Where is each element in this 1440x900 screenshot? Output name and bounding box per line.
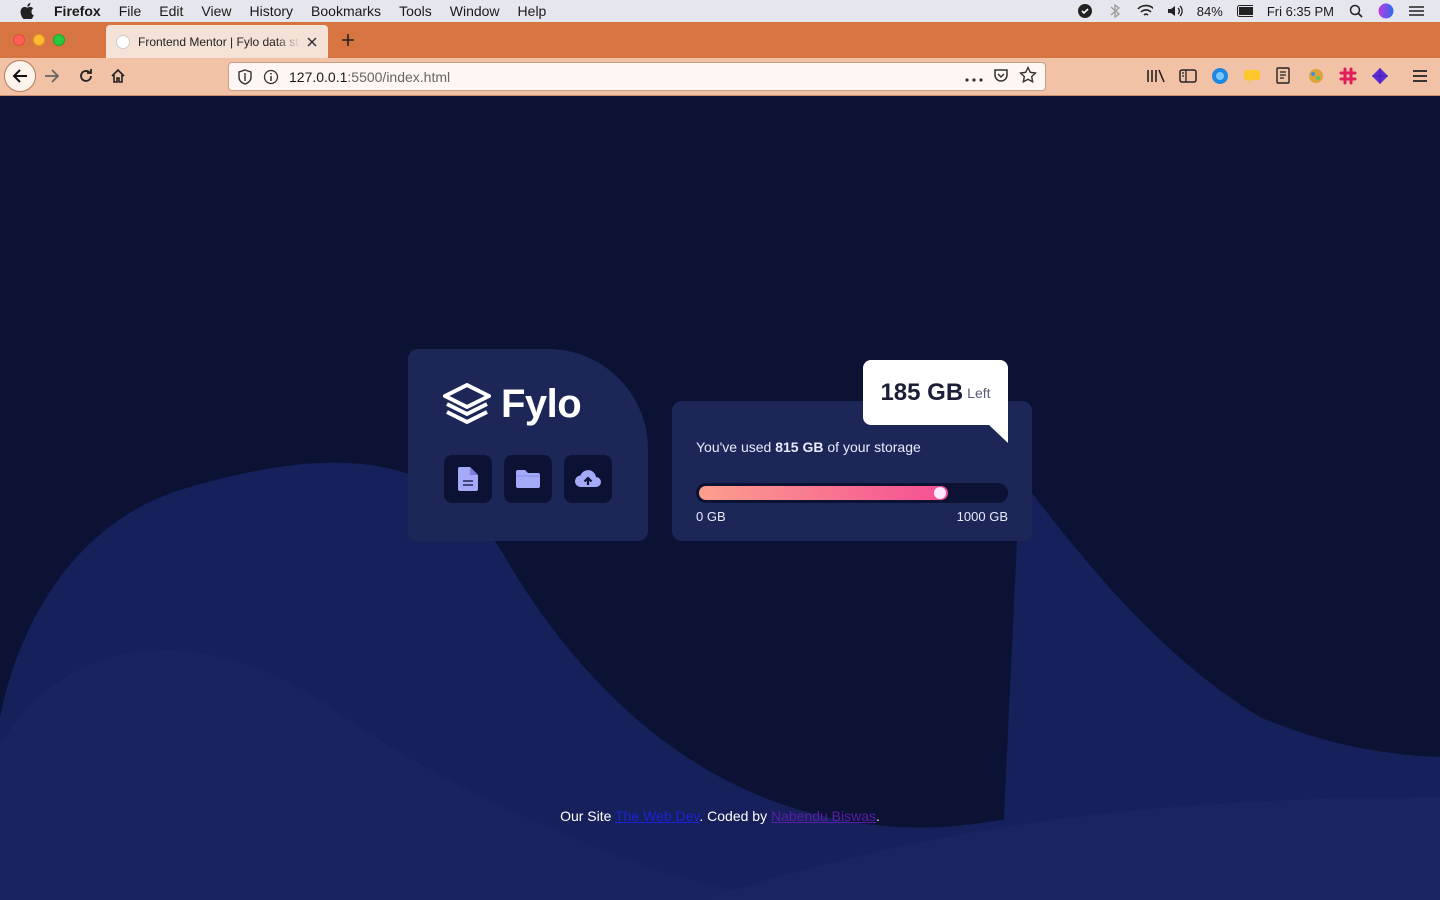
menu-bookmarks[interactable]: Bookmarks	[311, 3, 381, 19]
navigation-toolbar: 127.0.0.1:5500/index.html	[0, 58, 1440, 96]
footer-mid: . Coded by	[699, 808, 771, 824]
tab-title: Frontend Mentor | Fylo data storage comp…	[138, 34, 300, 49]
battery-icon[interactable]	[1236, 3, 1253, 19]
home-button[interactable]	[108, 66, 128, 86]
close-window-button[interactable]	[13, 34, 25, 46]
usage-amount: 815 GB	[775, 439, 824, 455]
site-info-icon[interactable]	[263, 69, 279, 85]
url-path: :5500/index.html	[347, 68, 451, 85]
document-button[interactable]	[444, 455, 492, 503]
url-bar[interactable]: 127.0.0.1:5500/index.html	[228, 62, 1046, 91]
bookmark-star-icon[interactable]	[1018, 65, 1038, 87]
menu-tools[interactable]: Tools	[399, 3, 432, 19]
page-actions-icon[interactable]	[965, 69, 983, 85]
progress-knob	[934, 487, 947, 499]
badge-tail	[989, 425, 1008, 443]
arrow-right-icon	[45, 69, 60, 83]
folder-icon	[516, 470, 540, 488]
macos-menubar: Firefox File Edit View History Bookmarks…	[0, 0, 1440, 22]
logo-text: Fylo	[501, 381, 582, 426]
menu-history[interactable]: History	[249, 3, 293, 19]
range-min-label: 0 GB	[696, 509, 726, 524]
tab-strip: Frontend Mentor | Fylo data storage comp…	[0, 22, 1440, 58]
storage-progress-fill	[699, 486, 949, 500]
toolbar-extensions	[1146, 66, 1390, 86]
window-controls	[13, 34, 65, 46]
menu-edit[interactable]: Edit	[159, 3, 183, 19]
footer-prefix: Our Site	[560, 808, 616, 824]
arrow-left-icon	[12, 69, 27, 83]
back-button[interactable]	[4, 60, 36, 92]
logo-card: Fylo	[408, 349, 648, 541]
bluetooth-icon[interactable]	[1107, 3, 1123, 19]
footer-suffix: .	[876, 808, 880, 824]
usage-text: You've used 815 GB of your storage	[696, 439, 1008, 455]
extension-colorpicker-icon[interactable]	[1306, 66, 1326, 86]
range-max-label: 1000 GB	[956, 509, 1008, 524]
hamburger-menu-button[interactable]	[1410, 66, 1430, 86]
folder-button[interactable]	[504, 455, 552, 503]
page-viewport: Fylo You've used 815 GB of your storage …	[0, 97, 1440, 900]
document-icon	[458, 467, 478, 491]
sidebar-icon[interactable]	[1178, 66, 1198, 86]
zoom-window-button[interactable]	[53, 34, 65, 46]
hamburger-icon	[1413, 70, 1427, 82]
remaining-unit: Left	[967, 384, 991, 401]
forward-button[interactable]	[42, 66, 62, 86]
menu-view[interactable]: View	[201, 3, 231, 19]
extension-notes-icon[interactable]	[1274, 66, 1294, 86]
extension-slack-icon[interactable]	[1338, 66, 1358, 86]
extension-globe-icon[interactable]	[1210, 66, 1230, 86]
apple-icon[interactable]	[20, 3, 36, 19]
remaining-value: 185 GB	[880, 378, 964, 406]
spotlight-search-icon[interactable]	[1348, 3, 1364, 19]
wifi-icon[interactable]	[1137, 3, 1153, 19]
usage-prefix: You've used	[696, 439, 776, 455]
new-tab-button[interactable]	[338, 30, 358, 50]
author-link[interactable]: Nabendu Biswas	[771, 808, 876, 824]
extension-chat-icon[interactable]	[1242, 66, 1262, 86]
progress-range-labels: 0 GB 1000 GB	[696, 509, 1008, 524]
home-icon	[111, 68, 125, 83]
menubar-clock[interactable]: Fri 6:35 PM	[1267, 4, 1334, 19]
usage-suffix: of your storage	[823, 439, 921, 455]
remaining-storage-badge: 185 GB Left	[863, 360, 1008, 425]
pocket-icon[interactable]	[993, 67, 1009, 86]
minimize-window-button[interactable]	[33, 34, 45, 46]
file-action-buttons	[444, 455, 648, 503]
reload-button[interactable]	[76, 66, 96, 86]
upload-button[interactable]	[564, 455, 612, 503]
tab-active[interactable]: Frontend Mentor | Fylo data storage comp…	[106, 25, 328, 58]
fylo-logo: Fylo	[443, 381, 648, 426]
storage-progress-track	[696, 483, 1008, 503]
tracking-shield-icon[interactable]	[237, 68, 253, 85]
menu-help[interactable]: Help	[518, 3, 547, 19]
upload-icon	[575, 470, 601, 488]
control-center-icon[interactable]	[1408, 3, 1424, 19]
attribution-footer: Our Site The Web Dev. Coded by Nabendu B…	[0, 808, 1440, 824]
menu-app-firefox[interactable]: Firefox	[54, 3, 101, 19]
reload-icon	[80, 69, 92, 82]
url-host: 127.0.0.1	[289, 68, 348, 85]
siri-icon[interactable]	[1378, 3, 1394, 19]
menu-window[interactable]: Window	[450, 3, 500, 19]
layers-logo-icon	[443, 383, 491, 424]
extension-cube-icon[interactable]	[1370, 66, 1390, 86]
tab-close-icon[interactable]	[304, 34, 320, 50]
vpn-check-icon[interactable]	[1077, 3, 1093, 19]
volume-icon[interactable]	[1167, 3, 1183, 19]
menu-file[interactable]: File	[119, 3, 142, 19]
site-link[interactable]: The Web Dev	[615, 808, 699, 824]
tab-favicon	[116, 34, 130, 49]
battery-percent: 84%	[1196, 3, 1223, 19]
library-icon[interactable]	[1146, 66, 1166, 86]
